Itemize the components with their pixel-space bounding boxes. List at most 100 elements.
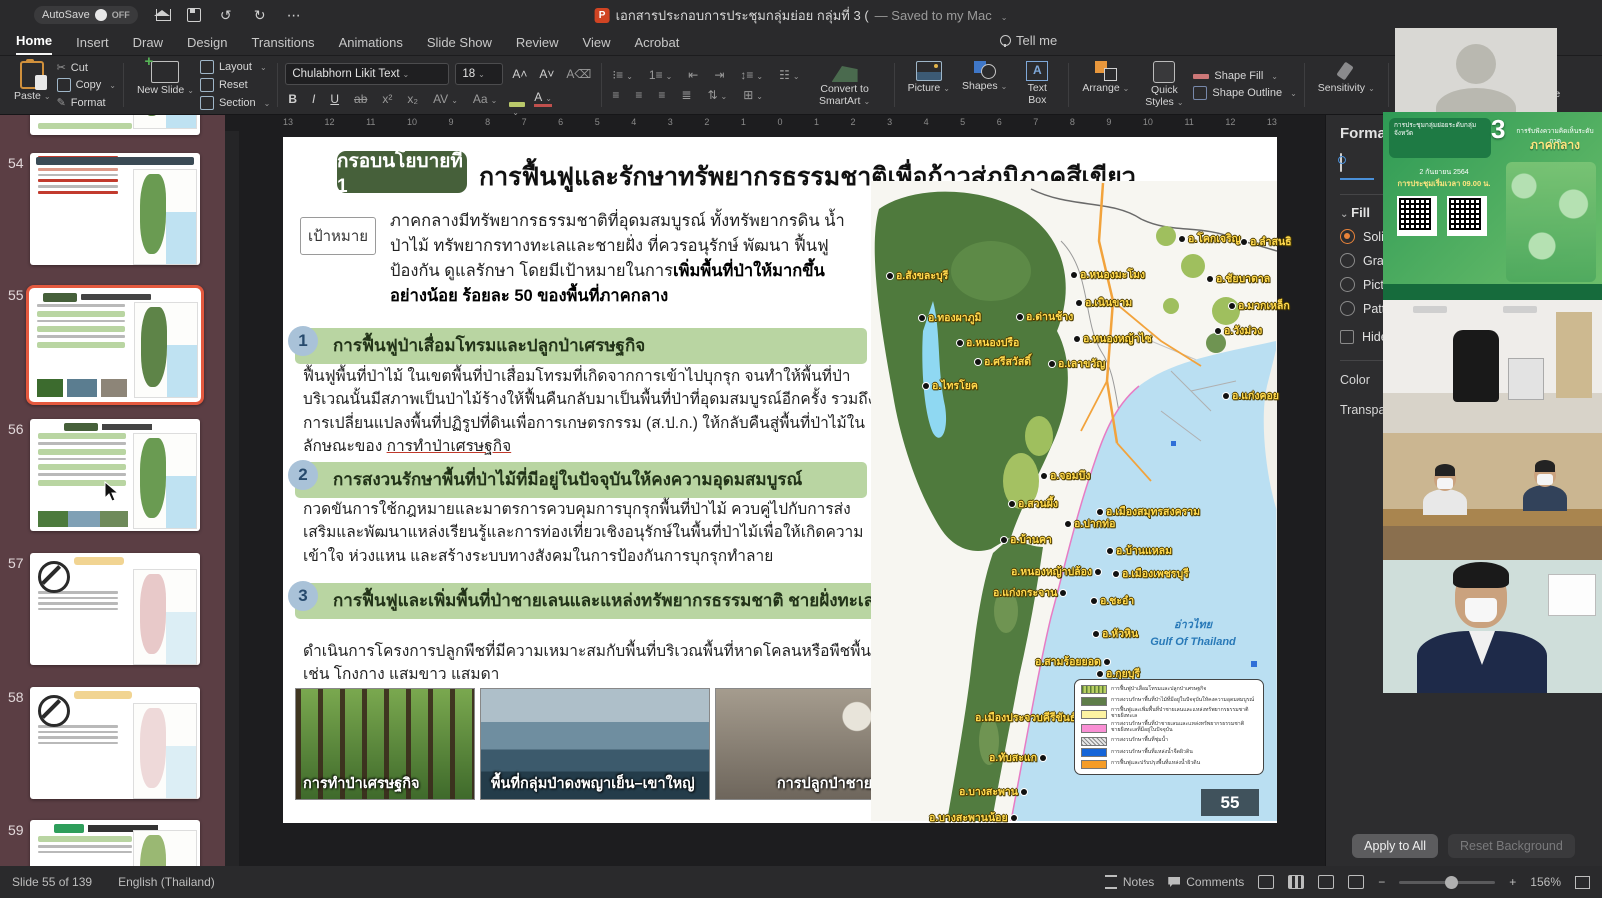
- bold-button[interactable]: B: [285, 92, 300, 106]
- align-center-button[interactable]: ≡: [632, 88, 645, 102]
- thumbnail-slide-54[interactable]: [30, 153, 200, 265]
- increase-indent-button[interactable]: ⇥: [711, 68, 727, 82]
- reset-background-button[interactable]: Reset Background: [1448, 834, 1575, 858]
- normal-view-button[interactable]: [1258, 875, 1274, 889]
- zoom-in-button[interactable]: +: [1509, 875, 1516, 889]
- fit-slide-button[interactable]: [1575, 876, 1590, 889]
- home-icon[interactable]: [156, 9, 171, 21]
- save-icon[interactable]: [187, 8, 201, 22]
- comments-button[interactable]: Comments: [1168, 875, 1244, 889]
- webcam-speaker-tile[interactable]: [1383, 560, 1602, 693]
- radio-icon[interactable]: [1340, 277, 1355, 292]
- font-name-select[interactable]: Chulabhorn Likit Text: [285, 63, 449, 85]
- decrease-indent-button[interactable]: ⇤: [685, 68, 701, 82]
- ribbon-tab[interactable]: Design: [187, 35, 227, 55]
- photo-economic-forest[interactable]: การทำป่าเศรษฐกิจ: [295, 688, 475, 800]
- more-commands-icon[interactable]: ⋯: [285, 7, 303, 24]
- ribbon-tab[interactable]: Review: [516, 35, 559, 55]
- shapes-button[interactable]: Shapes: [956, 56, 1013, 114]
- radio-icon[interactable]: [1340, 301, 1355, 316]
- format-painter-button[interactable]: ✎Format: [57, 96, 116, 109]
- cut-button[interactable]: ✂Cut: [57, 61, 116, 74]
- italic-button[interactable]: I: [309, 92, 318, 106]
- apply-to-all-button[interactable]: Apply to All: [1352, 834, 1438, 858]
- thumbnail-slide-59[interactable]: [30, 820, 200, 866]
- justify-button[interactable]: ≣: [678, 88, 694, 102]
- ribbon-tab[interactable]: Animations: [339, 35, 403, 55]
- saved-status[interactable]: — Saved to my Mac: [875, 8, 992, 23]
- grow-font-button[interactable]: A˄: [509, 67, 530, 81]
- webcam-meeting-room-tile[interactable]: [1383, 433, 1602, 560]
- arrange-button[interactable]: Arrange: [1076, 56, 1135, 114]
- ribbon-tab[interactable]: Insert: [76, 35, 109, 55]
- align-left-button[interactable]: ≡: [609, 88, 622, 102]
- numbering-button[interactable]: 1≡: [646, 68, 675, 82]
- language-indicator[interactable]: English (Thailand): [118, 875, 215, 889]
- checkbox-icon[interactable]: [1340, 330, 1354, 344]
- saved-status-caret[interactable]: [998, 8, 1008, 23]
- zoom-slider[interactable]: [1399, 881, 1495, 884]
- highlight-color-button[interactable]: [509, 102, 525, 107]
- align-right-button[interactable]: ≡: [655, 88, 668, 102]
- reading-view-button[interactable]: [1318, 875, 1334, 889]
- zoom-out-button[interactable]: −: [1378, 875, 1385, 889]
- slideshow-button[interactable]: [1348, 875, 1364, 889]
- clear-formatting-button[interactable]: A⌫: [563, 67, 594, 81]
- autosave-toggle[interactable]: AutoSave OFF: [34, 6, 138, 24]
- strikethrough-button[interactable]: ab: [351, 92, 370, 106]
- subscript-button[interactable]: x₂: [404, 92, 421, 106]
- thumbnail-slide-55-selected[interactable]: [26, 285, 204, 405]
- thumbnail-slide-53[interactable]: [30, 115, 200, 135]
- layout-button[interactable]: Layout: [200, 60, 270, 74]
- paste-button[interactable]: Paste: [0, 56, 57, 114]
- shape-outline-button[interactable]: Shape Outline: [1193, 86, 1296, 100]
- undo-icon[interactable]: ↺: [217, 7, 235, 24]
- photo-khao-yai[interactable]: พื้นที่กลุ่มป่าดงพญาเย็น–เขาใหญ่: [480, 688, 710, 800]
- notes-button[interactable]: Notes: [1105, 875, 1154, 889]
- thumbnail-slide-57[interactable]: [30, 553, 200, 665]
- ribbon-tab[interactable]: Draw: [133, 35, 163, 55]
- district-dot-icon: [1021, 789, 1027, 795]
- thumbnail-slide-56[interactable]: [30, 419, 200, 531]
- picture-button[interactable]: Picture: [902, 56, 956, 114]
- ribbon-tab[interactable]: Transitions: [251, 35, 314, 55]
- ribbon-tab[interactable]: Acrobat: [635, 35, 680, 55]
- radio-icon[interactable]: [1340, 229, 1355, 244]
- zoom-percentage[interactable]: 156%: [1530, 875, 1561, 889]
- slide-sorter-view-button[interactable]: [1288, 875, 1304, 889]
- underline-button[interactable]: U: [327, 92, 342, 106]
- thumbnail-slide-58[interactable]: [30, 687, 200, 799]
- character-spacing-button[interactable]: AV: [430, 92, 461, 106]
- section-button[interactable]: Section: [200, 96, 270, 110]
- shape-fill-button[interactable]: Shape Fill: [1193, 70, 1296, 82]
- quick-styles-button[interactable]: Quick Styles: [1135, 56, 1193, 114]
- reset-button[interactable]: Reset: [200, 78, 270, 92]
- font-size-select[interactable]: 18: [455, 63, 503, 85]
- ribbon-tab[interactable]: View: [583, 35, 611, 55]
- align-text-button[interactable]: ⊞: [740, 88, 766, 102]
- font-color-button[interactable]: A: [534, 91, 552, 107]
- superscript-button[interactable]: x²: [379, 92, 395, 106]
- fill-tab[interactable]: [1340, 154, 1374, 180]
- bullets-button[interactable]: ⁝≡: [609, 68, 636, 82]
- redo-icon[interactable]: ↻: [251, 7, 269, 24]
- shrink-font-button[interactable]: A˅: [536, 67, 557, 81]
- ribbon-tab[interactable]: Slide Show: [427, 35, 492, 55]
- sensitivity-button[interactable]: Sensitivity: [1312, 56, 1381, 114]
- text-box-button[interactable]: A Text Box: [1013, 56, 1061, 114]
- copy-button[interactable]: Copy: [57, 78, 116, 92]
- new-slide-button[interactable]: New Slide: [131, 56, 200, 114]
- ribbon-tab[interactable]: Home: [16, 33, 52, 55]
- participant-avatar-tile[interactable]: [1395, 28, 1557, 112]
- text-direction-button[interactable]: ⇅: [704, 88, 730, 102]
- tell-me[interactable]: Tell me: [1000, 33, 1057, 48]
- convert-to-smartart-button[interactable]: Convert to SmartArt: [803, 56, 887, 114]
- meeting-poster-tile[interactable]: การประชุมกลุ่มย่อยระดับกลุ่มจังหวัด 3 กา…: [1383, 112, 1602, 300]
- zoom-slider-knob[interactable]: [1445, 876, 1458, 889]
- slide-canvas[interactable]: กรอบนโยบายที่ 1 การฟื้นฟูและรักษาทรัพยาก…: [283, 137, 1277, 823]
- change-case-button[interactable]: Aa: [470, 92, 500, 106]
- webcam-office-tile[interactable]: [1383, 300, 1602, 433]
- columns-button[interactable]: ☷: [776, 68, 802, 82]
- radio-icon[interactable]: [1340, 253, 1355, 268]
- line-spacing-button[interactable]: ↕≡: [737, 68, 766, 82]
